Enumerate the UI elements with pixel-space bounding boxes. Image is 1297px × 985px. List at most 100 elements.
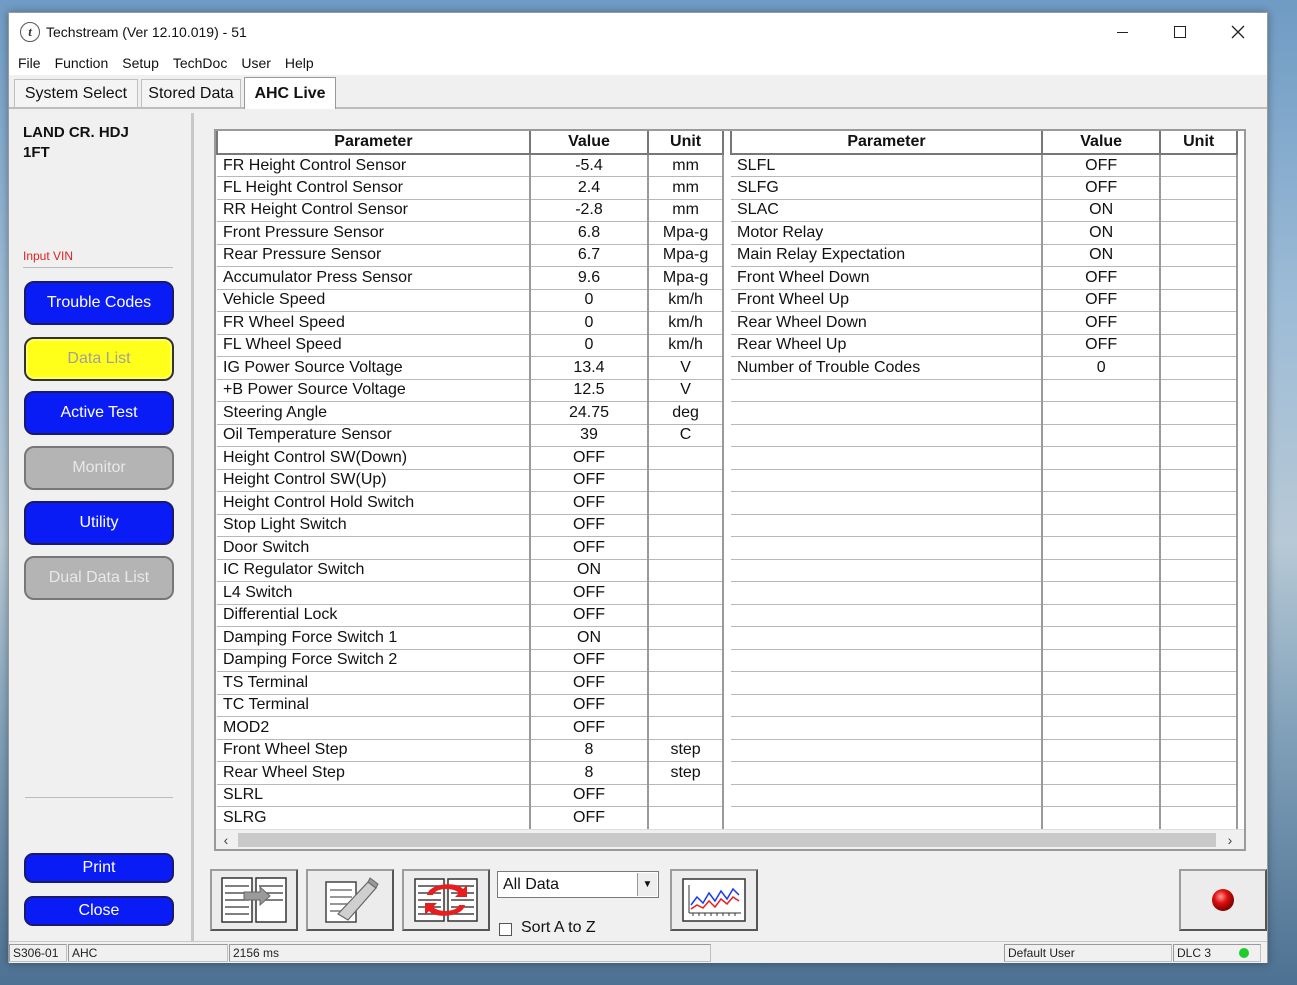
column-header-unit[interactable]: Unit (1159, 131, 1238, 155)
table-row[interactable]: SLRL OFF (217, 784, 724, 807)
table-row[interactable]: IC Regulator Switch ON (217, 559, 724, 582)
table-row[interactable]: Front Wheel Up OFF (731, 289, 1238, 312)
table-row[interactable] (731, 784, 1238, 807)
table-row[interactable] (731, 671, 1238, 695)
table-row[interactable] (731, 514, 1238, 537)
table-row[interactable]: Front Wheel Down OFF (731, 266, 1238, 290)
data-list-button[interactable]: Data List (24, 337, 174, 381)
table-row[interactable]: SLFL OFF (731, 154, 1238, 177)
snapshot-button[interactable] (306, 869, 394, 931)
record-button[interactable] (1179, 869, 1267, 931)
table-row[interactable] (731, 424, 1238, 447)
column-header-value[interactable]: Value (528, 131, 650, 155)
data-filter-select[interactable]: All Data ▼ (497, 871, 659, 898)
select-parameters-button[interactable] (210, 869, 298, 931)
table-row[interactable]: Height Control SW(Down) OFF (217, 446, 724, 470)
menu-help[interactable]: Help (284, 55, 315, 71)
sort-label[interactable]: Sort A to Z (521, 919, 596, 937)
monitor-button[interactable]: Monitor (24, 446, 174, 490)
maximize-button[interactable] (1151, 13, 1209, 51)
table-row[interactable]: Number of Trouble Codes 0 (731, 356, 1238, 380)
table-row[interactable]: TC Terminal OFF (217, 694, 724, 717)
scroll-right-icon[interactable]: › (1220, 830, 1240, 850)
tab-stored-data[interactable]: Stored Data (141, 79, 241, 107)
table-row[interactable] (731, 694, 1238, 717)
table-row[interactable]: Steering Angle 24.75 deg (217, 401, 724, 425)
table-row[interactable]: Motor Relay ON (731, 221, 1238, 245)
table-row[interactable]: RR Height Control Sensor -2.8 mm (217, 199, 724, 222)
print-button[interactable]: Print (24, 853, 174, 883)
table-row[interactable] (731, 559, 1238, 582)
table-row[interactable] (731, 581, 1238, 605)
horizontal-scrollbar[interactable]: ‹ › (216, 829, 1244, 849)
table-row[interactable]: Rear Wheel Step 8 step (217, 761, 724, 785)
sort-checkbox[interactable] (499, 923, 512, 936)
table-row[interactable]: Height Control Hold Switch OFF (217, 491, 724, 515)
table-row[interactable]: Rear Pressure Sensor 6.7 Mpa-g (217, 244, 724, 267)
table-row[interactable] (731, 379, 1238, 402)
table-row[interactable]: Front Wheel Step 8 step (217, 739, 724, 762)
active-test-button[interactable]: Active Test (24, 391, 174, 435)
close-button[interactable]: Close (24, 896, 174, 926)
menu-function[interactable]: Function (54, 55, 110, 71)
table-row[interactable]: IG Power Source Voltage 13.4 V (217, 356, 724, 380)
swap-refresh-button[interactable] (402, 869, 490, 931)
column-header-parameter[interactable]: Parameter (216, 131, 531, 155)
table-row[interactable]: L4 Switch OFF (217, 581, 724, 605)
table-row[interactable]: Damping Force Switch 2 OFF (217, 649, 724, 672)
table-row[interactable]: +B Power Source Voltage 12.5 V (217, 379, 724, 402)
scrollbar-thumb[interactable] (238, 833, 1216, 847)
table-row[interactable]: TS Terminal OFF (217, 671, 724, 695)
tab-system-select[interactable]: System Select (14, 79, 138, 107)
menu-setup[interactable]: Setup (121, 55, 160, 71)
table-row[interactable]: MOD2 OFF (217, 716, 724, 740)
table-row[interactable] (731, 761, 1238, 785)
table-row[interactable]: Damping Force Switch 1 ON (217, 626, 724, 650)
table-row[interactable]: Rear Wheel Down OFF (731, 311, 1238, 335)
menu-file[interactable]: File (17, 55, 42, 71)
table-row[interactable]: Stop Light Switch OFF (217, 514, 724, 537)
table-row[interactable] (731, 401, 1238, 425)
dual-data-list-button[interactable]: Dual Data List (24, 556, 174, 600)
table-row[interactable]: Front Pressure Sensor 6.8 Mpa-g (217, 221, 724, 245)
table-row[interactable] (731, 536, 1238, 560)
column-header-unit[interactable]: Unit (647, 131, 724, 155)
table-row[interactable] (731, 649, 1238, 672)
graph-button[interactable] (670, 869, 758, 931)
table-row[interactable]: SLFG OFF (731, 176, 1238, 200)
table-row[interactable]: Differential Lock OFF (217, 604, 724, 627)
tab-ahc-live[interactable]: AHC Live (244, 77, 336, 109)
table-row[interactable]: Main Relay Expectation ON (731, 244, 1238, 267)
table-row[interactable]: SLAC ON (731, 199, 1238, 222)
table-row[interactable]: Rear Wheel Up OFF (731, 334, 1238, 357)
table-row[interactable]: FR Wheel Speed 0 km/h (217, 311, 724, 335)
menu-techdoc[interactable]: TechDoc (172, 55, 228, 71)
minimize-button[interactable] (1093, 13, 1151, 51)
chevron-down-icon[interactable]: ▼ (637, 873, 657, 896)
table-row[interactable]: SLRG OFF (217, 806, 724, 830)
table-row[interactable]: Oil Temperature Sensor 39 C (217, 424, 724, 447)
table-row[interactable]: Vehicle Speed 0 km/h (217, 289, 724, 312)
table-row[interactable] (731, 491, 1238, 515)
table-row[interactable] (731, 469, 1238, 492)
table-row[interactable]: Door Switch OFF (217, 536, 724, 560)
column-header-parameter[interactable]: Parameter (730, 131, 1043, 155)
table-row[interactable] (731, 446, 1238, 470)
table-row[interactable] (731, 739, 1238, 762)
table-row[interactable] (731, 626, 1238, 650)
table-row[interactable]: Accumulator Press Sensor 9.6 Mpa-g (217, 266, 724, 290)
trouble-codes-button[interactable]: Trouble Codes (24, 281, 174, 325)
utility-button[interactable]: Utility (24, 501, 174, 545)
table-row[interactable] (731, 604, 1238, 627)
column-header-value[interactable]: Value (1040, 131, 1162, 155)
close-window-button[interactable] (1209, 13, 1267, 51)
table-row[interactable]: FL Height Control Sensor 2.4 mm (217, 176, 724, 200)
menu-user[interactable]: User (240, 55, 272, 71)
table-row[interactable] (731, 716, 1238, 740)
table-row[interactable]: FR Height Control Sensor -5.4 mm (217, 154, 724, 177)
table-row[interactable] (731, 806, 1238, 830)
table-row[interactable]: FL Wheel Speed 0 km/h (217, 334, 724, 357)
scroll-left-icon[interactable]: ‹ (216, 830, 236, 850)
input-vin-link[interactable]: Input VIN (23, 249, 73, 263)
table-row[interactable]: Height Control SW(Up) OFF (217, 469, 724, 492)
